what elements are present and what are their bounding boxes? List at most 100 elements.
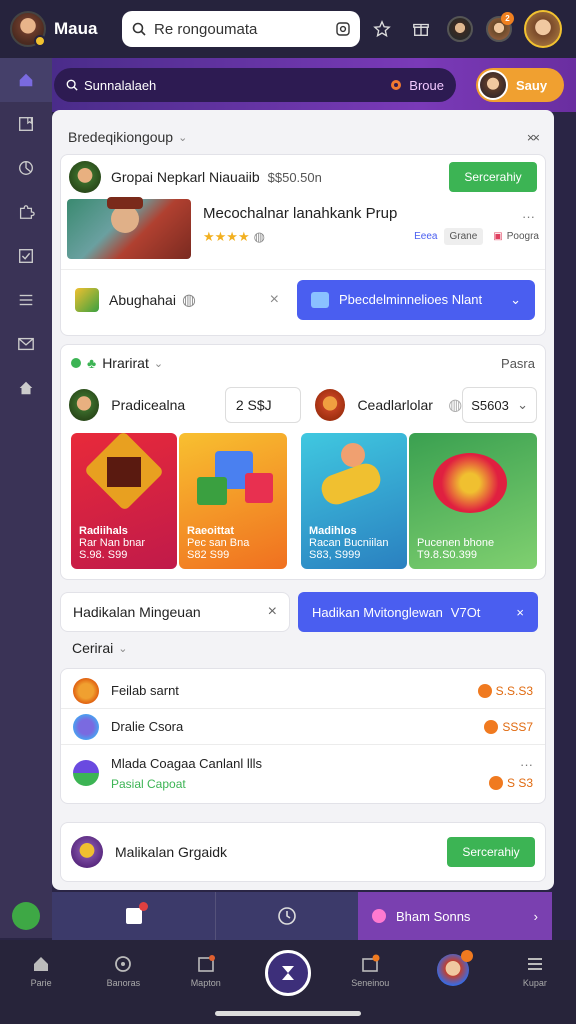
footer-action-button[interactable]: Sercerahiy xyxy=(447,837,535,867)
featured-name: Gropai Nepkarl Niauaiib xyxy=(111,169,260,185)
nav-label: Parie xyxy=(30,978,52,988)
secondary-search[interactable]: Sunnalalaeh Broue xyxy=(54,68,456,102)
nav-label: Kupar xyxy=(522,978,547,988)
sidebar-item-stats[interactable] xyxy=(0,146,52,190)
tile-price: S83, S999 xyxy=(309,549,361,561)
sign-button[interactable]: Sauy xyxy=(476,68,564,102)
dock-timer-button[interactable] xyxy=(216,892,358,940)
sidebar-item-home[interactable] xyxy=(0,58,52,102)
dock-notes-button[interactable] xyxy=(52,892,216,940)
rating-stars: ★★★★ xyxy=(203,228,250,244)
featured-action-button[interactable]: Sercerahiy xyxy=(449,162,537,192)
chat-bubble-icon[interactable] xyxy=(12,902,40,930)
star-icon xyxy=(373,20,391,38)
chevron-down-icon[interactable]: ⌄ xyxy=(154,357,163,370)
nav-item-home[interactable]: Parie xyxy=(6,954,76,988)
top-bar: Maua 2 xyxy=(0,0,576,58)
chevron-down-icon[interactable]: ⌄ xyxy=(178,131,187,144)
notification-badge: 2 xyxy=(501,12,514,25)
right-select[interactable]: S5603 ⌄ xyxy=(462,387,537,423)
list-item[interactable]: Feilab sarnt S.S.S3 xyxy=(61,673,545,709)
close-icon[interactable]: × xyxy=(268,603,277,621)
list-item[interactable]: Dralie Csora SSS7 xyxy=(61,709,545,745)
close-icon[interactable]: × xyxy=(270,291,279,309)
game-tile[interactable]: Radiihals Rar Nan bnar S.98. S99 xyxy=(71,433,177,569)
game-tile[interactable]: Madihlos Racan Bucniilan S83, S999 xyxy=(301,433,407,569)
tile-price: S82 S99 xyxy=(187,549,230,561)
central-header[interactable]: Cerirai ⌄ xyxy=(72,640,127,656)
center-action-button xyxy=(264,950,311,996)
dock-right-button[interactable]: Bham Sonns › xyxy=(358,892,552,940)
globe-icon: ◍ xyxy=(448,397,463,414)
banner-link[interactable]: Poogra xyxy=(507,231,539,242)
gift-icon xyxy=(413,23,429,36)
nav-item-games[interactable]: Banoras xyxy=(88,954,158,988)
sidebar-item-mail[interactable] xyxy=(0,322,52,366)
list-item-sub: Pasial Capoat xyxy=(111,776,186,791)
footer-label: Malikalan Grgaidk xyxy=(115,844,228,860)
nav-item-news[interactable]: Seneinou xyxy=(335,954,405,988)
panel-header: Bredeqikiongoup ⌄ ×× xyxy=(52,110,554,150)
left-price-box[interactable]: 2 S$J xyxy=(224,387,302,423)
game-icon xyxy=(75,287,99,312)
home-icon xyxy=(34,957,49,971)
game-tile[interactable]: Pucenen bhone T9.8.S0.399 xyxy=(409,433,537,569)
sidebar-item-list[interactable] xyxy=(0,278,52,322)
search-input[interactable] xyxy=(154,20,328,38)
nav-item-menu[interactable]: Kupar xyxy=(500,954,570,988)
mission-button-value: V7Ot xyxy=(450,604,481,620)
house-icon xyxy=(19,381,33,395)
game-tile[interactable]: Raeoittat Pec san Bna S82 S99 xyxy=(179,433,287,569)
sidebar-item-house[interactable] xyxy=(0,366,52,410)
games-card: ♣ Hrarirat ⌄ Pasra Pradicealna 2 S$J Cea… xyxy=(60,344,546,580)
nav-item-profile[interactable] xyxy=(418,950,488,986)
featured-action-row: Abughahai ◍ × Pbecdelminnelioes Nlant ⌄ xyxy=(61,269,545,329)
nav-label: Mapton xyxy=(190,978,221,988)
home-indicator[interactable] xyxy=(215,1011,361,1016)
banner-title: Mecochalnar lanahkank Prup xyxy=(203,205,398,222)
list-item[interactable]: Mlada Coagaa Canlanl llls Pasial Capoat … xyxy=(61,745,545,801)
gift-button[interactable] xyxy=(404,12,438,46)
camera-icon[interactable] xyxy=(336,22,350,36)
sidebar-item-bookmark[interactable] xyxy=(0,102,52,146)
sidebar-item-tasks[interactable] xyxy=(0,234,52,278)
nav-item-center[interactable] xyxy=(253,950,323,996)
status-dot xyxy=(71,358,81,368)
featured-sub-item[interactable]: Abughahai ◍ × xyxy=(67,276,287,324)
more-options-icon[interactable]: ··· xyxy=(520,757,533,772)
sign-avatar xyxy=(478,70,508,100)
tile-title: Raeoittat xyxy=(187,525,235,537)
badge-icon xyxy=(73,760,99,786)
chevron-down-icon: ⌄ xyxy=(517,397,528,412)
value-text: S S3 xyxy=(506,775,533,790)
friend-avatar-button[interactable] xyxy=(443,12,477,46)
puzzle-icon xyxy=(19,205,35,219)
nav-item-map[interactable]: Mapton xyxy=(171,954,241,988)
featured-cta-button[interactable]: Pbecdelminnelioes Nlant ⌄ xyxy=(297,279,535,320)
game-avatar xyxy=(71,836,103,868)
more-options-icon[interactable]: ··· xyxy=(522,209,535,224)
list-icon xyxy=(19,294,33,306)
left-item-label: Pradicealna xyxy=(111,397,186,413)
featured-banner: Mecochalnar lanahkank Prup ★★★★ ◍ Eeea G… xyxy=(61,197,545,269)
profile-avatar[interactable] xyxy=(524,10,562,48)
menu-icon xyxy=(527,958,542,970)
star-button[interactable] xyxy=(365,12,399,46)
group-button[interactable]: Broue xyxy=(389,78,444,93)
banner-image[interactable] xyxy=(67,197,191,259)
mission-button[interactable]: Hadikan Mvitonglewan V7Ot × xyxy=(298,592,538,632)
notifications-button[interactable]: 2 xyxy=(482,12,516,46)
tile-sub: Pucenen bhone xyxy=(417,537,495,549)
close-icon[interactable]: ×× xyxy=(527,130,540,145)
banner-tag: Eeea xyxy=(414,231,438,242)
home-icon xyxy=(19,73,33,87)
user-avatar[interactable] xyxy=(10,11,46,47)
dock: Bham Sonns › xyxy=(52,892,552,940)
featured-card: Gropai Nepkarl Niauaiib $$50.50n Sercera… xyxy=(60,154,546,336)
search-box[interactable] xyxy=(122,11,360,47)
list-item-label: Dralie Csora xyxy=(111,719,184,734)
mission-input-row: Hadikalan Mingeuan × xyxy=(60,592,290,632)
banner-chip[interactable]: Grane xyxy=(443,228,484,245)
games-right-label[interactable]: Pasra xyxy=(501,356,535,371)
sidebar-item-puzzle[interactable] xyxy=(0,190,52,234)
